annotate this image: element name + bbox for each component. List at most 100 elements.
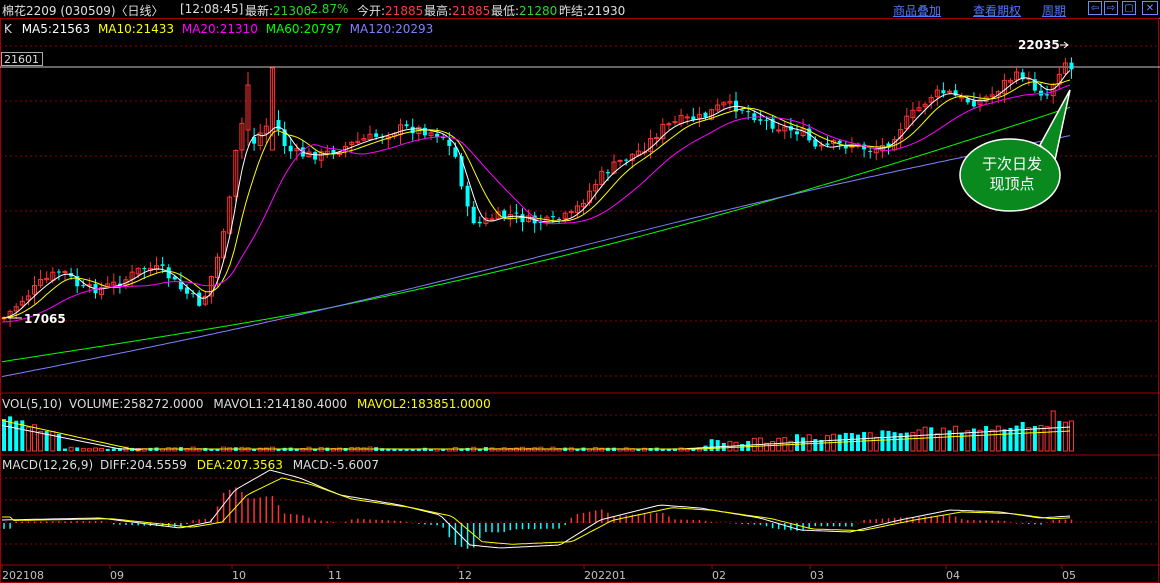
candle-down bbox=[740, 109, 745, 111]
volume-bar bbox=[886, 430, 891, 451]
volume-bar bbox=[880, 430, 885, 451]
volume-bar bbox=[343, 448, 348, 451]
candle-down bbox=[81, 285, 86, 287]
candle-down bbox=[965, 98, 970, 103]
high-marker-arrow bbox=[1060, 41, 1069, 49]
annotation-line1: 于次日发 bbox=[981, 155, 1042, 173]
candle-down bbox=[837, 140, 842, 144]
diff-line bbox=[1, 469, 1071, 549]
date-label: 09 bbox=[110, 569, 124, 582]
date-label: 11 bbox=[328, 569, 342, 582]
candle-down bbox=[453, 147, 458, 157]
candle-up bbox=[654, 137, 660, 140]
volume-bar bbox=[867, 432, 873, 452]
volume-bar bbox=[989, 429, 995, 452]
volume-bar bbox=[733, 441, 739, 452]
mavol1-line bbox=[1, 424, 1071, 450]
candle-down bbox=[410, 126, 415, 134]
volume-bar bbox=[1062, 421, 1068, 452]
volume-bar bbox=[709, 439, 714, 451]
candle-down bbox=[971, 100, 976, 107]
volume-bar bbox=[922, 426, 928, 452]
candle-down bbox=[459, 156, 464, 187]
volume-bar bbox=[75, 447, 80, 451]
volume-bar bbox=[1014, 425, 1019, 451]
candle-down bbox=[56, 271, 61, 273]
candle-down bbox=[477, 221, 482, 224]
volume-bar bbox=[68, 446, 74, 452]
volume-bar bbox=[1057, 420, 1062, 451]
volume-bar bbox=[1044, 426, 1050, 452]
ma60-line bbox=[1, 106, 1071, 363]
candle-down bbox=[825, 143, 830, 145]
volume-bar bbox=[32, 424, 37, 452]
volume-bar bbox=[1032, 426, 1037, 451]
volume-bar bbox=[984, 426, 989, 451]
candle-down bbox=[520, 214, 525, 223]
volume-bar bbox=[337, 447, 342, 452]
candle-down bbox=[868, 150, 873, 152]
candle-down bbox=[624, 159, 629, 161]
volume-bar bbox=[1020, 421, 1025, 451]
volume-bar bbox=[898, 433, 903, 451]
candle-down bbox=[276, 120, 281, 130]
candle-down bbox=[703, 112, 708, 118]
candle-down bbox=[764, 119, 769, 121]
date-label: 202201 bbox=[584, 569, 626, 582]
high-marker: 22035 bbox=[1018, 38, 1060, 52]
candle-up bbox=[959, 96, 965, 99]
volume-bar bbox=[50, 431, 56, 452]
volume-bar bbox=[1026, 427, 1032, 452]
candle-up bbox=[62, 271, 68, 274]
candle-down bbox=[471, 206, 476, 224]
volume-bar bbox=[953, 425, 959, 452]
candle-down bbox=[605, 172, 610, 174]
ma10-line bbox=[1, 79, 1071, 319]
candle-up bbox=[776, 129, 782, 132]
kline-chart[interactable] bbox=[0, 0, 1160, 583]
candle-down bbox=[288, 145, 293, 152]
candle-down bbox=[941, 90, 946, 94]
date-label: 05 bbox=[1062, 569, 1076, 582]
volume-bar bbox=[1002, 429, 1007, 451]
volume-bar bbox=[770, 441, 776, 452]
candle-down bbox=[746, 111, 751, 113]
volume-bar bbox=[934, 433, 940, 452]
volume-bar bbox=[2, 419, 6, 451]
candle-down bbox=[1069, 62, 1074, 70]
volume-bar bbox=[965, 430, 971, 452]
candle-down bbox=[502, 210, 507, 218]
volume-bar bbox=[14, 420, 19, 451]
volume-bar bbox=[916, 429, 922, 452]
volume-bar bbox=[940, 427, 946, 452]
volume-bar bbox=[715, 440, 720, 451]
volume-bar bbox=[1050, 410, 1056, 452]
volume-bar bbox=[806, 434, 812, 452]
volume-bar bbox=[1038, 424, 1044, 452]
candle-down bbox=[313, 152, 318, 160]
ma5-line bbox=[1, 69, 1071, 319]
date-label: 03 bbox=[810, 569, 824, 582]
candle-down bbox=[514, 212, 519, 214]
date-label: 02 bbox=[712, 569, 726, 582]
candle-down bbox=[374, 133, 379, 137]
candle-down bbox=[160, 264, 165, 266]
low-marker: 17065 bbox=[24, 312, 66, 326]
annotation-line2: 现顶点 bbox=[989, 175, 1035, 193]
candle-down bbox=[551, 216, 555, 218]
volume-bar bbox=[63, 448, 67, 451]
date-label: 04 bbox=[946, 569, 960, 582]
candle-up bbox=[617, 159, 623, 162]
candle-down bbox=[1045, 94, 1050, 96]
candle-down bbox=[795, 131, 799, 135]
ma120-line bbox=[1, 135, 1071, 378]
volume-bar bbox=[856, 434, 860, 451]
volume-bar bbox=[1008, 427, 1013, 451]
volume-bar bbox=[99, 447, 105, 452]
volume-bar bbox=[904, 432, 909, 451]
candle-down bbox=[465, 185, 470, 207]
volume-bar bbox=[977, 429, 983, 452]
volume-bar bbox=[93, 447, 98, 452]
volume-bar bbox=[873, 436, 879, 452]
volume-bar bbox=[1069, 420, 1074, 452]
